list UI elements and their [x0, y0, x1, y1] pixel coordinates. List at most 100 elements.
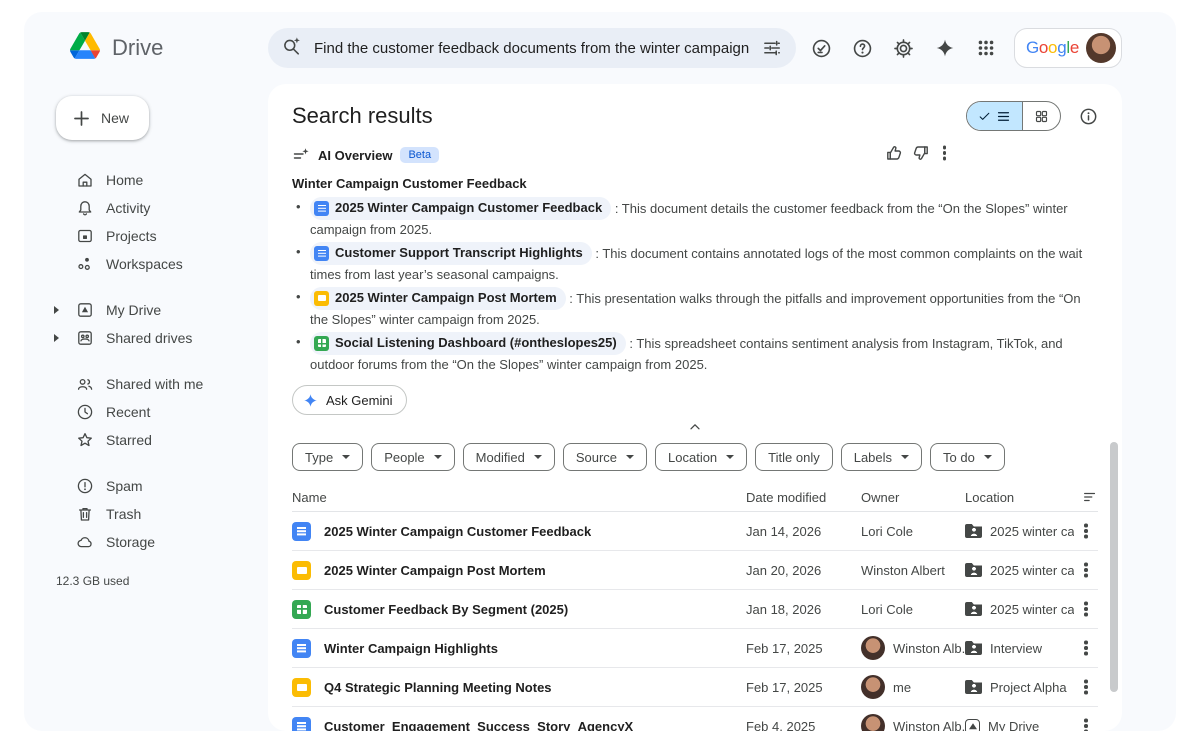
file-type-icon	[292, 717, 311, 732]
sidebar-item-trash[interactable]: Trash	[54, 500, 268, 528]
file-chip[interactable]: Social Listening Dashboard (#ontheslopes…	[310, 332, 626, 355]
ai-overview-bullet: 2025 Winter Campaign Customer Feedback :…	[292, 197, 1098, 240]
filter-chip[interactable]: Location	[655, 443, 747, 471]
location-name: Interview	[990, 641, 1042, 656]
search-input[interactable]: Find the customer feedback documents fro…	[314, 40, 750, 57]
file-type-icon	[292, 600, 311, 619]
location-cell[interactable]: 2025 winter cam	[965, 524, 1074, 539]
filter-chip[interactable]: Type	[292, 443, 363, 471]
location-name: 2025 winter cam	[990, 602, 1074, 617]
settings-gear-icon[interactable]	[885, 29, 923, 67]
sidebar-item-storage[interactable]: Storage	[54, 528, 268, 556]
file-chip[interactable]: Customer Support Transcript Highlights	[310, 242, 592, 265]
sidebar-item-my-drive[interactable]: My Drive	[54, 296, 268, 324]
grid-view-button[interactable]	[1022, 102, 1060, 130]
dropdown-caret-icon	[984, 455, 992, 459]
row-menu-icon[interactable]	[1074, 568, 1098, 572]
sidebar-item-home[interactable]: Home	[54, 166, 268, 194]
nav-group-drives: My Drive Shared drives	[54, 296, 268, 352]
date-modified: Jan 20, 2026	[746, 563, 861, 578]
column-header-owner[interactable]: Owner	[861, 490, 965, 505]
location-name: My Drive	[988, 719, 1039, 732]
sidebar-item-starred[interactable]: Starred	[54, 426, 268, 454]
column-header-date-modified[interactable]: Date modified	[746, 490, 861, 505]
filter-chip[interactable]: Modified	[463, 443, 555, 471]
page-title: Search results	[292, 103, 433, 129]
owner-avatar	[861, 714, 885, 731]
file-row[interactable]: 2025 Winter Campaign Post Mortem Jan 20,…	[292, 551, 1098, 590]
row-menu-icon[interactable]	[1074, 529, 1098, 533]
location-cell[interactable]: 2025 winter cam	[965, 602, 1074, 617]
home-icon	[76, 171, 94, 189]
tune-filter-icon[interactable]	[762, 38, 782, 58]
file-chip[interactable]: 2025 Winter Campaign Customer Feedback	[310, 197, 611, 220]
sidebar-item-shared-with-me[interactable]: Shared with me	[54, 370, 268, 398]
thumbs-up-icon[interactable]	[885, 144, 903, 162]
location-cell[interactable]: 2025 winter cam	[965, 563, 1074, 578]
top-actions: Google	[803, 28, 1122, 68]
file-type-icon	[314, 246, 329, 261]
ai-overview-list: 2025 Winter Campaign Customer Feedback :…	[292, 197, 1098, 375]
file-chip-label: 2025 Winter Campaign Customer Feedback	[335, 198, 602, 219]
filter-chip[interactable]: Source	[563, 443, 647, 471]
sidebar-item-projects[interactable]: Projects	[54, 222, 268, 250]
file-row[interactable]: Customer Feedback By Segment (2025) Jan …	[292, 590, 1098, 629]
location-icon	[965, 524, 982, 538]
sort-options-icon[interactable]	[1082, 489, 1098, 505]
row-menu-icon[interactable]	[1074, 685, 1098, 689]
file-row[interactable]: Winter Campaign Highlights Feb 17, 2025 …	[292, 629, 1098, 668]
chevron-up-icon	[687, 419, 703, 435]
cloud-icon	[76, 533, 94, 551]
expand-chevron-icon[interactable]	[54, 306, 59, 314]
ai-overview-menu-icon[interactable]	[939, 151, 951, 155]
new-button[interactable]: New	[56, 96, 149, 140]
file-chip[interactable]: 2025 Winter Campaign Post Mortem	[310, 287, 566, 310]
scrollbar[interactable]	[1110, 442, 1118, 692]
row-menu-icon[interactable]	[1074, 646, 1098, 650]
details-info-icon[interactable]	[1079, 107, 1098, 126]
google-account-pill[interactable]: Google	[1014, 28, 1122, 68]
file-name: Q4 Strategic Planning Meeting Notes	[324, 680, 552, 695]
file-row[interactable]: 2025 Winter Campaign Customer Feedback J…	[292, 512, 1098, 551]
thumbs-down-icon[interactable]	[912, 144, 930, 162]
location-cell[interactable]: Project Alpha	[965, 680, 1074, 695]
file-row[interactable]: Q4 Strategic Planning Meeting Notes Feb …	[292, 668, 1098, 707]
plus-icon	[72, 109, 91, 128]
ask-gemini-button[interactable]: Ask Gemini	[292, 385, 407, 415]
approvals-check-icon[interactable]	[803, 29, 841, 67]
trash-icon	[76, 505, 94, 523]
drive-brand[interactable]: Drive	[70, 12, 163, 84]
owner-name: Winston Albert	[861, 563, 945, 578]
gemini-sparkle-icon[interactable]	[926, 29, 964, 67]
filter-chip[interactable]: Labels	[841, 443, 922, 471]
sidebar-item-recent[interactable]: Recent	[54, 398, 268, 426]
sidebar-item-workspaces[interactable]: Workspaces	[54, 250, 268, 278]
sidebar-item-shared-drives[interactable]: Shared drives	[54, 324, 268, 352]
row-menu-icon[interactable]	[1074, 607, 1098, 611]
filter-chip[interactable]: Title only	[755, 443, 833, 471]
location-cell[interactable]: Interview	[965, 641, 1074, 656]
file-row[interactable]: Customer_Engagement_Success_Story_Agency…	[292, 707, 1098, 731]
nav-group-main: Home Activity Projects Workspaces	[54, 166, 268, 278]
user-avatar[interactable]	[1086, 33, 1116, 63]
top-bar: Drive Find the customer feedback documen…	[24, 12, 1176, 84]
collapse-ai-overview-button[interactable]	[292, 419, 1098, 435]
apps-grid-icon[interactable]	[967, 29, 1005, 67]
help-icon[interactable]	[844, 29, 882, 67]
row-menu-icon[interactable]	[1074, 724, 1098, 728]
filter-chip[interactable]: To do	[930, 443, 1005, 471]
owner-name: Lori Cole	[861, 602, 913, 617]
column-header-location[interactable]: Location	[965, 490, 1074, 505]
location-cell[interactable]: My Drive	[965, 719, 1074, 732]
table-header: Name Date modified Owner Location	[292, 483, 1098, 512]
people-icon	[76, 375, 94, 393]
sidebar-item-spam[interactable]: Spam	[54, 472, 268, 500]
file-name: 2025 Winter Campaign Post Mortem	[324, 563, 546, 578]
list-view-button[interactable]	[967, 102, 1022, 130]
expand-chevron-icon[interactable]	[54, 334, 59, 342]
filter-chip[interactable]: People	[371, 443, 454, 471]
column-header-name[interactable]: Name	[292, 490, 746, 505]
sidebar-item-activity[interactable]: Activity	[54, 194, 268, 222]
ai-overview-bullet: Social Listening Dashboard (#ontheslopes…	[292, 332, 1098, 375]
search-bar[interactable]: Find the customer feedback documents fro…	[268, 28, 796, 68]
